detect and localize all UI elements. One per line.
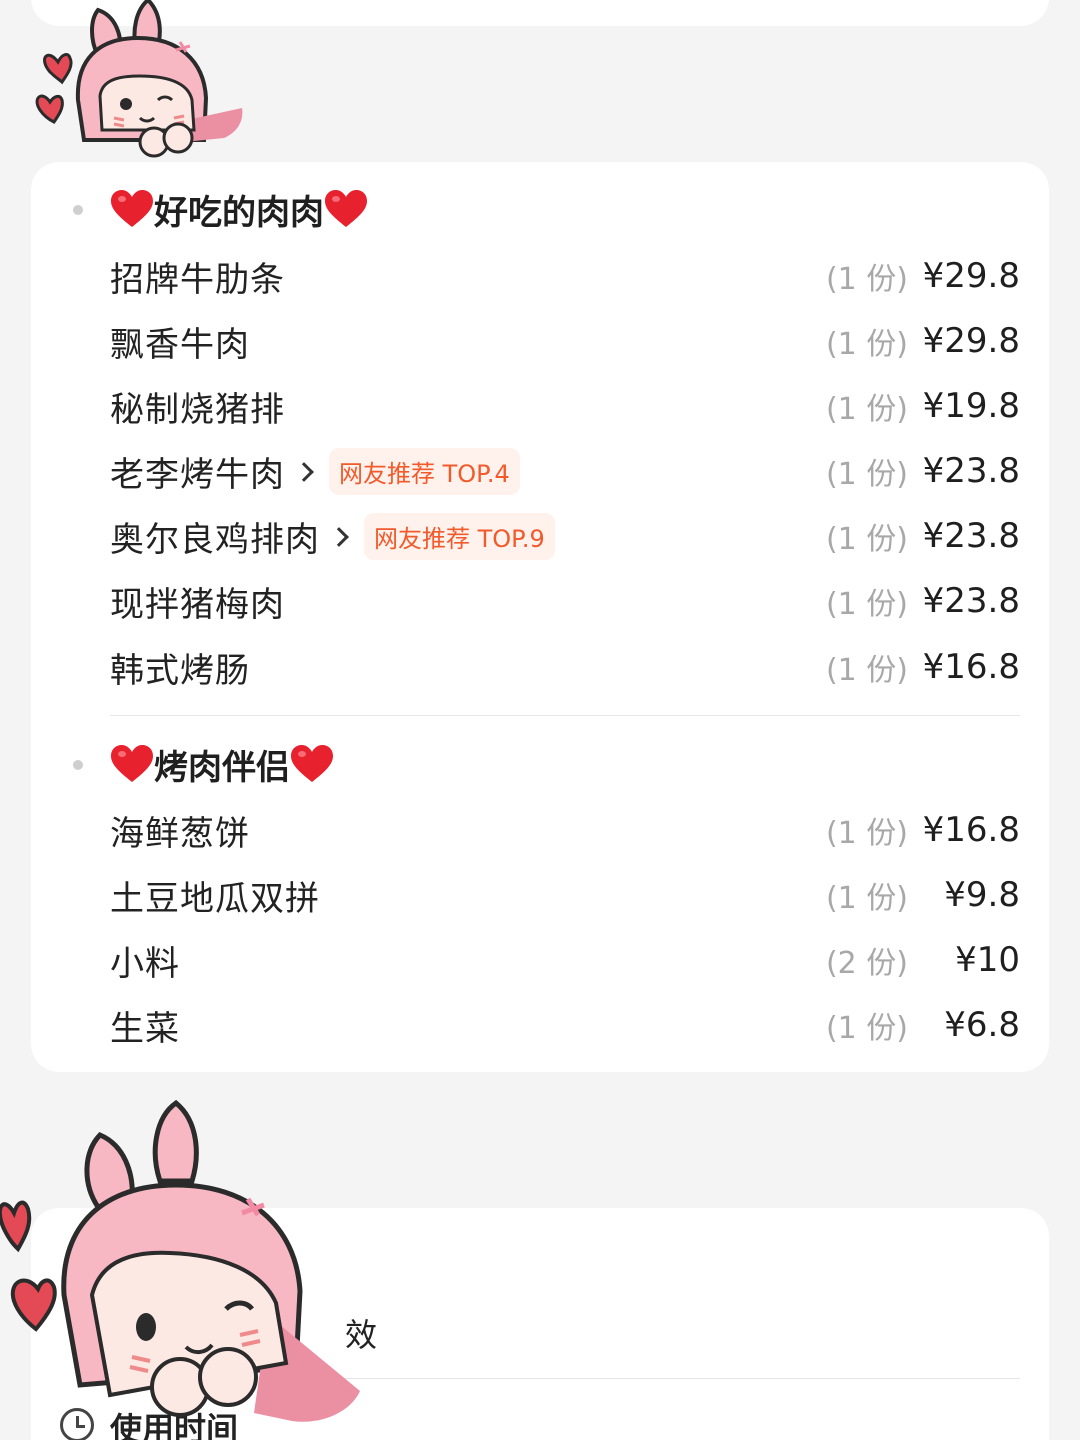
item-price: ¥6.8: [944, 1005, 1020, 1045]
item-quantity: (1 份): [825, 1011, 908, 1046]
group-bullet: [73, 760, 83, 770]
heart-icon: [325, 190, 367, 227]
item-name[interactable]: 奥尔良鸡排肉: [110, 512, 320, 561]
item-price: ¥29.8: [922, 256, 1020, 296]
group-title: 烤肉伴侣: [154, 747, 290, 788]
item-quantity: (1 份): [825, 262, 908, 297]
item-name: 韩式烤肠: [110, 650, 250, 691]
heart-icon: [291, 745, 333, 782]
item-quantity: (1 份): [825, 327, 908, 362]
menu-item-row: 土豆地瓜双拼 (1 份) ¥9.8: [110, 870, 1020, 920]
item-price: ¥16.8: [922, 810, 1020, 850]
item-name[interactable]: 老李烤牛肉: [110, 447, 285, 496]
menu-item-row: 海鲜葱饼 (1 份) ¥16.8: [110, 805, 1020, 855]
item-name: 秘制烧猪排: [110, 389, 285, 430]
item-name: 土豆地瓜双拼: [110, 878, 320, 919]
menu-item-row: 飘香牛肉 (1 份) ¥29.8: [110, 316, 1020, 366]
menu-item-row: 小料 (2 份) ¥10: [110, 935, 1020, 985]
item-price: ¥29.8: [922, 321, 1020, 361]
chevron-right-icon[interactable]: [295, 456, 317, 486]
item-name: 飘香牛肉: [110, 324, 250, 365]
item-quantity: (1 份): [825, 881, 908, 916]
group-header-meat: 好吃的肉肉: [110, 184, 368, 234]
menu-item-row-link[interactable]: 奥尔良鸡排肉 网友推荐 TOP.9 (1 份) ¥23.8: [110, 511, 1020, 561]
item-price: ¥9.8: [944, 875, 1020, 915]
item-price: ¥10: [955, 940, 1020, 980]
item-quantity: (1 份): [825, 587, 908, 622]
item-quantity: (2 份): [825, 946, 908, 981]
recommend-badge: 网友推荐 TOP.9: [364, 512, 555, 560]
bunny-girl-sticker-large: [0, 1099, 360, 1422]
item-price: ¥23.8: [922, 451, 1020, 491]
menu-item-row: 现拌猪梅肉 (1 份) ¥23.8: [110, 576, 1020, 626]
menu-item-row-link[interactable]: 老李烤牛肉 网友推荐 TOP.4 (1 份) ¥23.8: [110, 446, 1020, 496]
menu-item-row: 生菜 (1 份) ¥6.8: [110, 1000, 1020, 1050]
item-name: 海鲜葱饼: [110, 813, 250, 854]
heart-icon: [111, 190, 153, 227]
item-price: ¥23.8: [922, 516, 1020, 556]
group-bullet: [73, 205, 83, 215]
chevron-right-icon[interactable]: [330, 521, 352, 551]
bunny-girl-sticker: [35, 0, 243, 158]
item-price: ¥19.8: [922, 386, 1020, 426]
recommend-badge: 网友推荐 TOP.4: [329, 447, 520, 495]
menu-item-row: 韩式烤肠 (1 份) ¥16.8: [110, 642, 1020, 692]
menu-item-row: 秘制烧猪排 (1 份) ¥19.8: [110, 381, 1020, 431]
item-quantity: (1 份): [825, 457, 908, 492]
item-price: ¥23.8: [922, 581, 1020, 621]
item-name: 现拌猪梅肉: [110, 584, 285, 625]
group-title: 好吃的肉肉: [154, 192, 324, 233]
item-quantity: (1 份): [825, 653, 908, 688]
item-quantity: (1 份): [825, 816, 908, 851]
menu-item-row: 招牌牛肋条 (1 份) ¥29.8: [110, 251, 1020, 301]
item-quantity: (1 份): [825, 392, 908, 427]
item-name: 小料: [110, 943, 180, 984]
item-quantity: (1 份): [825, 522, 908, 557]
item-price: ¥16.8: [922, 647, 1020, 687]
group-divider: [110, 715, 1020, 716]
item-name: 招牌牛肋条: [110, 259, 285, 300]
group-header-sides: 烤肉伴侣: [110, 739, 334, 789]
item-name: 生菜: [110, 1008, 180, 1049]
heart-icon: [111, 745, 153, 782]
